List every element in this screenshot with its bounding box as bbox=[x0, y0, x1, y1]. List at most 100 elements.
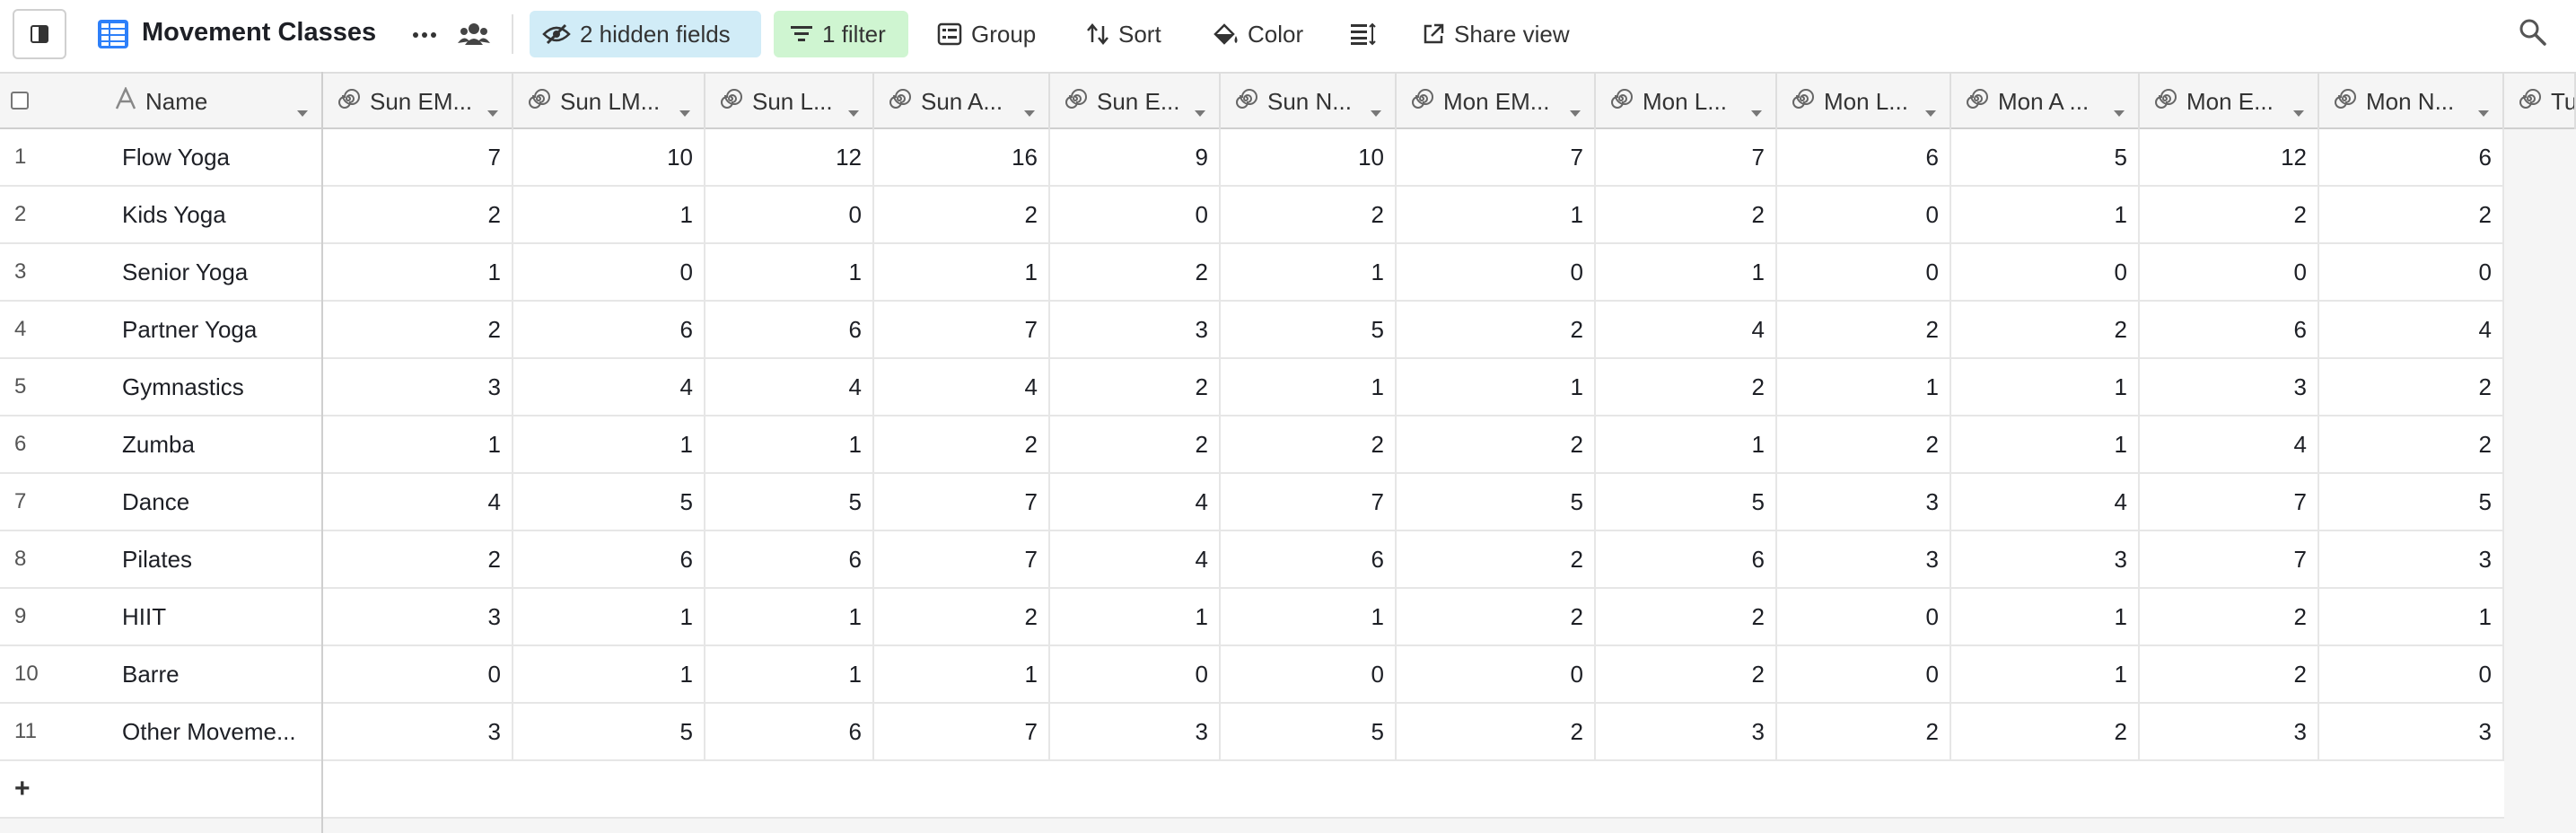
value-cell[interactable]: 5 bbox=[513, 474, 705, 530]
more-options-icon[interactable] bbox=[411, 22, 438, 48]
column-header-c9[interactable]: Mon L... bbox=[1777, 74, 1951, 129]
value-cell[interactable]: 2 bbox=[1596, 359, 1777, 415]
value-cell[interactable]: 7 bbox=[323, 129, 513, 185]
value-cell[interactable]: 6 bbox=[2319, 129, 2504, 185]
value-cell[interactable]: 3 bbox=[1777, 474, 1951, 530]
value-cell[interactable]: 4 bbox=[705, 359, 874, 415]
value-cell[interactable]: 0 bbox=[1777, 646, 1951, 702]
value-cell[interactable]: 2 bbox=[1397, 302, 1596, 357]
column-header-c7[interactable]: Mon EM... bbox=[1397, 74, 1596, 129]
name-cell[interactable]: Senior Yoga bbox=[122, 244, 321, 300]
value-cell[interactable]: 6 bbox=[1777, 129, 1951, 185]
value-cell[interactable]: 4 bbox=[1596, 302, 1777, 357]
name-cell[interactable]: Kids Yoga bbox=[122, 187, 321, 242]
value-cell[interactable]: 4 bbox=[874, 359, 1050, 415]
value-cell[interactable]: 2 bbox=[874, 416, 1050, 472]
chevron-down-icon[interactable] bbox=[296, 97, 309, 125]
value-cell[interactable]: 2 bbox=[1050, 244, 1221, 300]
chevron-down-icon[interactable] bbox=[1569, 97, 1582, 125]
value-cell[interactable]: 2 bbox=[2319, 359, 2504, 415]
value-cell[interactable]: 2 bbox=[1221, 187, 1397, 242]
value-cell[interactable]: 2 bbox=[1397, 416, 1596, 472]
value-cell[interactable]: 0 bbox=[1221, 646, 1397, 702]
name-cell[interactable]: Flow Yoga bbox=[122, 129, 321, 185]
column-header-c1[interactable]: Sun EM... bbox=[323, 74, 513, 129]
value-cell[interactable]: 1 bbox=[705, 589, 874, 644]
chevron-down-icon[interactable] bbox=[847, 97, 860, 125]
share-view-button[interactable]: Share view bbox=[1422, 11, 1570, 57]
value-cell[interactable]: 4 bbox=[513, 359, 705, 415]
value-cell[interactable]: 1 bbox=[1397, 359, 1596, 415]
value-cell[interactable]: 7 bbox=[874, 704, 1050, 759]
value-cell[interactable]: 12 bbox=[705, 129, 874, 185]
value-cell[interactable]: 2 bbox=[1397, 589, 1596, 644]
value-cell[interactable]: 1 bbox=[1951, 187, 2140, 242]
value-cell[interactable]: 2 bbox=[2140, 589, 2319, 644]
grid-view-icon[interactable] bbox=[97, 19, 129, 49]
column-header-c11[interactable]: Mon E... bbox=[2140, 74, 2319, 129]
column-header-c12[interactable]: Mon N... bbox=[2319, 74, 2504, 129]
column-header-c4[interactable]: Sun A... bbox=[874, 74, 1050, 129]
chevron-down-icon[interactable] bbox=[679, 97, 691, 125]
value-cell[interactable]: 2 bbox=[1951, 302, 2140, 357]
value-cell[interactable]: 0 bbox=[1050, 187, 1221, 242]
value-cell[interactable]: 0 bbox=[1777, 187, 1951, 242]
value-cell[interactable]: 4 bbox=[1951, 474, 2140, 530]
table-row[interactable]: 8 Pilates 2 6 6 7 4 6 2 6 3 3 7 3 bbox=[0, 531, 2504, 589]
sidebar-toggle-button[interactable] bbox=[13, 9, 66, 59]
view-title[interactable]: Movement Classes bbox=[142, 14, 376, 50]
column-header-c6[interactable]: Sun N... bbox=[1221, 74, 1397, 129]
value-cell[interactable]: 1 bbox=[323, 244, 513, 300]
value-cell[interactable]: 10 bbox=[513, 129, 705, 185]
value-cell[interactable]: 2 bbox=[1777, 416, 1951, 472]
value-cell[interactable]: 7 bbox=[1596, 129, 1777, 185]
value-cell[interactable]: 6 bbox=[705, 531, 874, 587]
value-cell[interactable]: 0 bbox=[1397, 244, 1596, 300]
value-cell[interactable]: 6 bbox=[1221, 531, 1397, 587]
value-cell[interactable]: 2 bbox=[1777, 302, 1951, 357]
value-cell[interactable]: 6 bbox=[2140, 302, 2319, 357]
value-cell[interactable]: 1 bbox=[1221, 244, 1397, 300]
value-cell[interactable]: 3 bbox=[2140, 704, 2319, 759]
table-row[interactable]: 3 Senior Yoga 1 0 1 1 2 1 0 1 0 0 0 0 bbox=[0, 244, 2504, 302]
value-cell[interactable]: 3 bbox=[2319, 531, 2504, 587]
value-cell[interactable]: 5 bbox=[1397, 474, 1596, 530]
filter-button[interactable]: 1 filter bbox=[774, 11, 908, 57]
value-cell[interactable]: 2 bbox=[2140, 646, 2319, 702]
value-cell[interactable]: 3 bbox=[2319, 704, 2504, 759]
value-cell[interactable]: 16 bbox=[874, 129, 1050, 185]
value-cell[interactable]: 1 bbox=[874, 646, 1050, 702]
value-cell[interactable]: 2 bbox=[2319, 187, 2504, 242]
collaborators-icon[interactable] bbox=[458, 18, 490, 50]
value-cell[interactable]: 1 bbox=[1951, 589, 2140, 644]
column-header-c2[interactable]: Sun LM... bbox=[513, 74, 705, 129]
value-cell[interactable]: 3 bbox=[323, 704, 513, 759]
select-all-checkbox[interactable] bbox=[11, 92, 29, 110]
value-cell[interactable]: 1 bbox=[323, 416, 513, 472]
value-cell[interactable]: 7 bbox=[874, 531, 1050, 587]
value-cell[interactable]: 0 bbox=[705, 187, 874, 242]
chevron-down-icon[interactable] bbox=[1370, 97, 1382, 125]
value-cell[interactable]: 2 bbox=[1397, 531, 1596, 587]
value-cell[interactable]: 1 bbox=[1397, 187, 1596, 242]
column-header-c8[interactable]: Mon L... bbox=[1596, 74, 1777, 129]
value-cell[interactable]: 2 bbox=[1397, 704, 1596, 759]
value-cell[interactable]: 4 bbox=[2140, 416, 2319, 472]
value-cell[interactable]: 2 bbox=[1596, 646, 1777, 702]
value-cell[interactable]: 5 bbox=[705, 474, 874, 530]
value-cell[interactable]: 6 bbox=[705, 302, 874, 357]
value-cell[interactable]: 3 bbox=[1050, 302, 1221, 357]
column-header-name[interactable]: Name bbox=[102, 74, 321, 129]
value-cell[interactable]: 3 bbox=[1777, 531, 1951, 587]
value-cell[interactable]: 1 bbox=[1596, 244, 1777, 300]
value-cell[interactable]: 7 bbox=[874, 302, 1050, 357]
value-cell[interactable]: 4 bbox=[1050, 474, 1221, 530]
value-cell[interactable]: 2 bbox=[1596, 187, 1777, 242]
chevron-down-icon[interactable] bbox=[1924, 97, 1937, 125]
name-cell[interactable]: HIIT bbox=[122, 589, 321, 644]
value-cell[interactable]: 5 bbox=[2319, 474, 2504, 530]
value-cell[interactable]: 10 bbox=[1221, 129, 1397, 185]
value-cell[interactable]: 1 bbox=[1596, 416, 1777, 472]
value-cell[interactable]: 9 bbox=[1050, 129, 1221, 185]
name-cell[interactable]: Barre bbox=[122, 646, 321, 702]
